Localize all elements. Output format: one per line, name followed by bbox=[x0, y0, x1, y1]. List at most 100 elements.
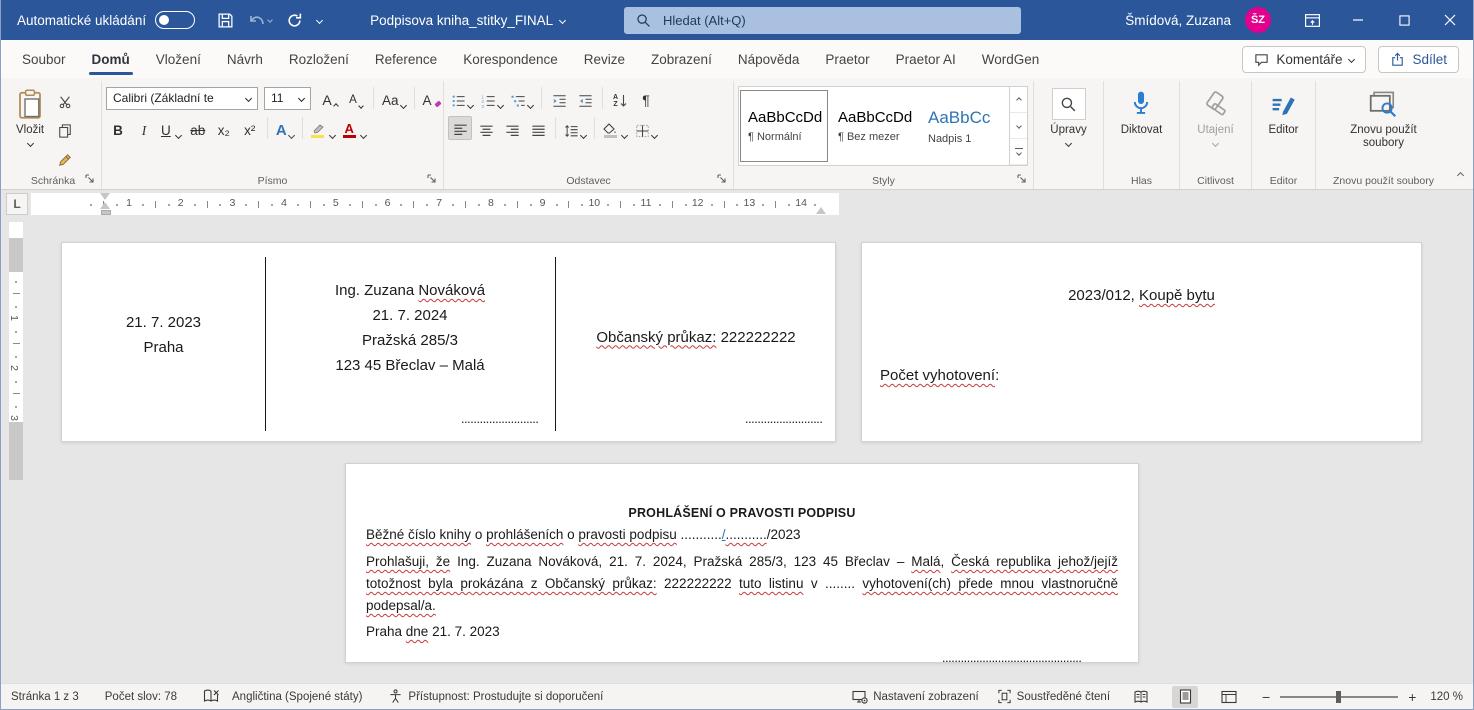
grow-font-button[interactable]: A bbox=[318, 86, 342, 110]
tab-korespondence[interactable]: Korespondence bbox=[450, 40, 571, 78]
font-name-combo[interactable]: Calibri (Základní te bbox=[106, 87, 258, 110]
paste-button[interactable]: Vložit bbox=[9, 83, 51, 151]
document-title[interactable]: Podpisova kniha_stitky_FINAL bbox=[370, 13, 565, 28]
tab-praetor[interactable]: Praetor bbox=[812, 40, 882, 78]
style-normal[interactable]: AaBbCcDd ¶ Normální bbox=[740, 90, 828, 162]
accessibility-status[interactable]: Přístupnost: Prostudujte si doporučení bbox=[388, 689, 603, 704]
language-indicator[interactable]: Angličtina (Spojené státy) bbox=[232, 691, 362, 703]
shading-button[interactable] bbox=[600, 116, 630, 140]
maximize-button[interactable] bbox=[1381, 0, 1427, 40]
page-indicator[interactable]: Stránka 1 z 3 bbox=[11, 691, 79, 703]
ribbon-display-options-button[interactable] bbox=[1289, 0, 1335, 40]
proofing-status[interactable] bbox=[203, 689, 220, 704]
tab-domu[interactable]: Domů bbox=[79, 40, 143, 78]
change-case-button[interactable]: Aa bbox=[379, 86, 409, 110]
close-button[interactable] bbox=[1427, 0, 1473, 40]
justify-button[interactable] bbox=[526, 116, 550, 140]
zoom-slider[interactable] bbox=[1280, 690, 1398, 704]
customize-quick-access-button[interactable] bbox=[317, 18, 322, 23]
styles-dialog-launcher[interactable] bbox=[1017, 174, 1029, 186]
tab-napoveda[interactable]: Nápověda bbox=[725, 40, 813, 78]
cut-button[interactable] bbox=[53, 87, 77, 111]
editor-button[interactable]: Editor bbox=[1261, 83, 1305, 142]
font-size-combo[interactable]: 11 bbox=[264, 87, 311, 110]
styles-scroll-down-button[interactable] bbox=[1010, 113, 1027, 139]
styles-scroll-up-button[interactable] bbox=[1010, 87, 1027, 113]
font-dialog-launcher[interactable] bbox=[427, 174, 439, 186]
tab-stop-selector[interactable]: L bbox=[6, 193, 28, 215]
copy-button[interactable] bbox=[53, 116, 77, 140]
bold-button[interactable]: B bbox=[106, 116, 130, 140]
sort-button[interactable]: AZ bbox=[608, 86, 632, 110]
underline-button[interactable]: U bbox=[158, 116, 184, 140]
italic-button[interactable]: I bbox=[132, 116, 156, 140]
vertical-ruler[interactable]: 123 bbox=[9, 222, 23, 480]
zoom-in-button[interactable]: + bbox=[1406, 689, 1418, 705]
user-name[interactable]: Šmídová, Zuzana bbox=[1125, 13, 1231, 28]
style-heading1[interactable]: AaBbCc Nadpis 1 bbox=[920, 90, 1008, 162]
left-indent-marker[interactable] bbox=[101, 210, 111, 215]
align-center-button[interactable] bbox=[474, 116, 498, 140]
subscript-button[interactable]: x₂ bbox=[212, 116, 236, 140]
multilevel-list-button[interactable] bbox=[508, 86, 536, 110]
show-formatting-button[interactable]: ¶ bbox=[634, 86, 658, 110]
zoom-out-button[interactable]: − bbox=[1260, 689, 1272, 705]
search-box[interactable]: Hledat (Alt+Q) bbox=[624, 7, 1021, 34]
paragraph-dialog-launcher[interactable] bbox=[717, 174, 729, 186]
tab-revize[interactable]: Revize bbox=[571, 40, 638, 78]
borders-button[interactable] bbox=[632, 116, 660, 140]
tab-vlozeni[interactable]: Vložení bbox=[143, 40, 214, 78]
line-spacing-button[interactable] bbox=[561, 116, 589, 140]
user-avatar[interactable]: ŠZ bbox=[1245, 7, 1271, 33]
clear-formatting-button[interactable]: A bbox=[420, 86, 445, 110]
clipboard-dialog-launcher[interactable] bbox=[85, 174, 97, 186]
tab-zobrazeni[interactable]: Zobrazení bbox=[638, 40, 725, 78]
redo-button[interactable] bbox=[286, 12, 303, 29]
page-2[interactable]: 2023/012, Koupě bytu Počet vyhotovení: bbox=[861, 242, 1422, 442]
tab-navrh[interactable]: Návrh bbox=[214, 40, 276, 78]
collapse-ribbon-button[interactable] bbox=[1458, 165, 1463, 183]
print-layout-button[interactable] bbox=[1172, 686, 1198, 708]
share-button[interactable]: Sdílet bbox=[1378, 46, 1459, 73]
tab-rozlozeni[interactable]: Rozložení bbox=[276, 40, 362, 78]
autosave-toggle[interactable] bbox=[155, 11, 195, 29]
autosave-control[interactable]: Automatické ukládání bbox=[17, 11, 195, 29]
numbering-button[interactable]: 123 bbox=[478, 86, 506, 110]
styles-gallery-expand-button[interactable] bbox=[1010, 139, 1027, 165]
bullets-button[interactable] bbox=[448, 86, 476, 110]
hanging-indent-marker[interactable] bbox=[100, 202, 110, 209]
strikethrough-button[interactable]: ab bbox=[186, 116, 210, 140]
format-painter-button[interactable] bbox=[53, 145, 77, 169]
page-3[interactable]: PROHLÁŠENÍ O PRAVOSTI PODPISU Běžné čísl… bbox=[345, 463, 1139, 663]
text-effects-button[interactable]: A bbox=[273, 116, 297, 140]
undo-button[interactable] bbox=[248, 13, 272, 28]
minimize-button[interactable] bbox=[1335, 0, 1381, 40]
web-layout-button[interactable] bbox=[1216, 686, 1242, 708]
superscript-button[interactable]: x² bbox=[238, 116, 262, 140]
decrease-indent-button[interactable] bbox=[547, 86, 571, 110]
focus-reading-button[interactable]: Soustředěné čtení bbox=[997, 689, 1110, 704]
sensitivity-button[interactable]: Utajení bbox=[1190, 83, 1240, 151]
align-right-button[interactable] bbox=[500, 116, 524, 140]
highlight-button[interactable] bbox=[308, 116, 338, 140]
horizontal-ruler[interactable]: 1234567891011121314 bbox=[31, 193, 839, 215]
zoom-percentage[interactable]: 120 % bbox=[1430, 691, 1463, 703]
tab-praetor-ai[interactable]: Praetor AI bbox=[883, 40, 969, 78]
shrink-font-button[interactable]: A bbox=[344, 86, 368, 110]
dictate-button[interactable]: Diktovat bbox=[1114, 83, 1170, 142]
page-1[interactable]: 21. 7. 2023 Praha Ing. Zuzana Nováková 2… bbox=[61, 242, 836, 442]
align-left-button[interactable] bbox=[448, 116, 472, 140]
first-line-indent-marker[interactable] bbox=[100, 193, 110, 200]
reuse-files-button[interactable]: Znovu použítsoubory bbox=[1343, 83, 1423, 155]
style-no-spacing[interactable]: AaBbCcDd ¶ Bez mezer bbox=[830, 90, 918, 162]
tab-reference[interactable]: Reference bbox=[362, 40, 450, 78]
word-count[interactable]: Počet slov: 78 bbox=[105, 691, 177, 703]
zoom-slider-thumb[interactable] bbox=[1336, 691, 1341, 703]
tab-soubor[interactable]: Soubor bbox=[9, 40, 79, 78]
tab-wordgen[interactable]: WordGen bbox=[969, 40, 1053, 78]
save-button[interactable] bbox=[217, 12, 234, 29]
display-settings-button[interactable]: Nastavení zobrazení bbox=[852, 690, 978, 704]
right-indent-marker[interactable] bbox=[816, 207, 826, 214]
increase-indent-button[interactable] bbox=[573, 86, 597, 110]
font-color-button[interactable]: A bbox=[340, 116, 369, 140]
